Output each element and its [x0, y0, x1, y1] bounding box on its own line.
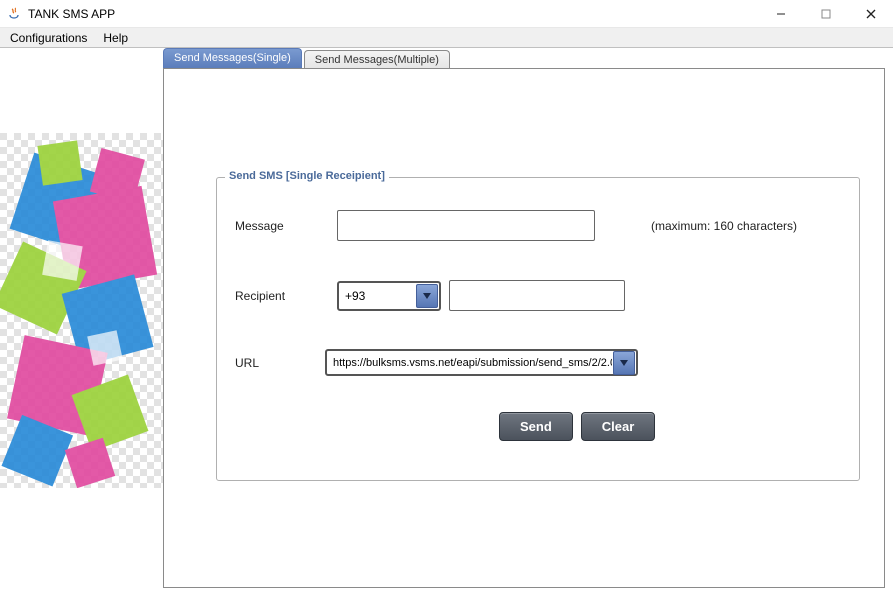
- tab-panel-single: Send SMS [Single Receipient] Message (ma…: [163, 68, 885, 588]
- recipient-input[interactable]: [449, 280, 625, 311]
- java-icon: [6, 6, 22, 22]
- menubar: Configurations Help: [0, 28, 893, 48]
- menu-configurations[interactable]: Configurations: [2, 29, 95, 47]
- tab-send-multiple[interactable]: Send Messages(Multiple): [304, 50, 450, 70]
- window-title: TANK SMS APP: [28, 7, 758, 21]
- tab-strip: Send Messages(Single) Send Messages(Mult…: [163, 48, 452, 68]
- row-url: URL https://bulksms.vsms.net/eapi/submis…: [235, 349, 638, 376]
- tab-send-single[interactable]: Send Messages(Single): [163, 48, 302, 68]
- url-label: URL: [235, 356, 325, 370]
- close-button[interactable]: [848, 0, 893, 28]
- decorative-image: [0, 133, 163, 488]
- button-row: Send Clear: [499, 412, 655, 441]
- send-button[interactable]: Send: [499, 412, 573, 441]
- groupbox-legend: Send SMS [Single Receipient]: [225, 170, 389, 182]
- message-label: Message: [235, 219, 337, 233]
- clear-button[interactable]: Clear: [581, 412, 656, 441]
- maximize-button[interactable]: [803, 0, 848, 28]
- main-area: Send Messages(Single) Send Messages(Mult…: [0, 48, 893, 596]
- chevron-down-icon: [613, 351, 635, 375]
- country-code-value: +93: [339, 289, 415, 303]
- url-combo[interactable]: https://bulksms.vsms.net/eapi/submission…: [325, 349, 638, 376]
- window-controls: [758, 0, 893, 27]
- minimize-button[interactable]: [758, 0, 803, 28]
- message-input[interactable]: [337, 210, 595, 241]
- groupbox-send-sms: Send SMS [Single Receipient] Message (ma…: [216, 177, 860, 481]
- recipient-label: Recipient: [235, 289, 337, 303]
- row-recipient: Recipient +93: [235, 280, 625, 311]
- menu-help[interactable]: Help: [95, 29, 136, 47]
- message-hint: (maximum: 160 characters): [651, 219, 797, 233]
- url-value: https://bulksms.vsms.net/eapi/submission…: [327, 357, 612, 369]
- row-message: Message (maximum: 160 characters): [235, 210, 797, 241]
- chevron-down-icon: [416, 284, 438, 308]
- titlebar: TANK SMS APP: [0, 0, 893, 28]
- country-code-combo[interactable]: +93: [337, 281, 441, 311]
